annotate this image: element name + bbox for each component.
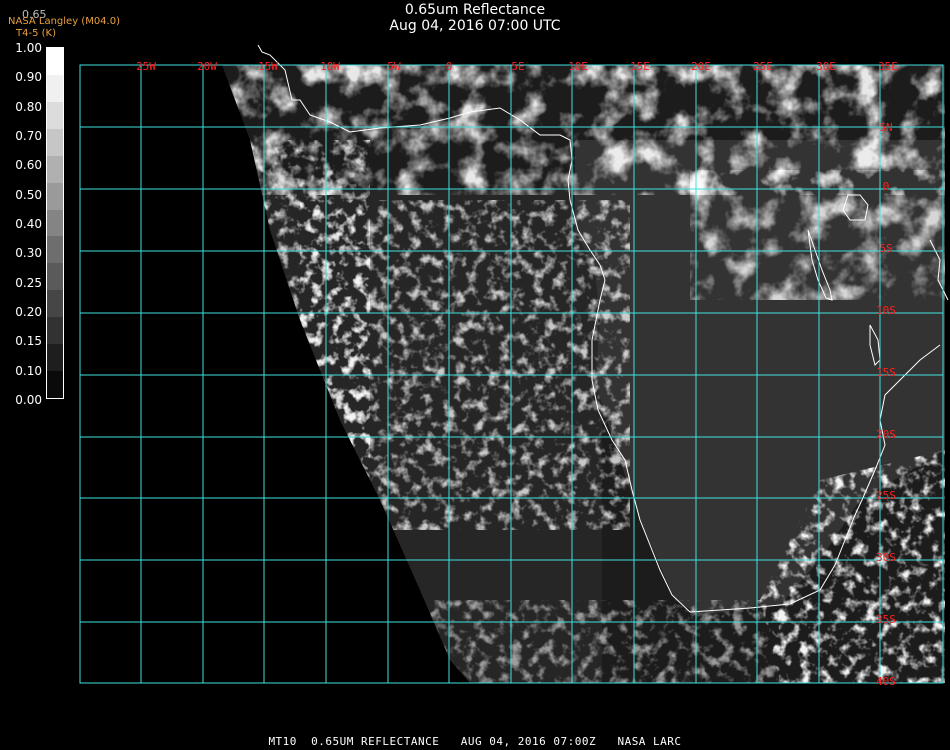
color-scale-tick-label: 0.80 bbox=[15, 99, 42, 114]
satellite-imagery bbox=[222, 65, 945, 683]
longitude-label: 10W bbox=[320, 60, 340, 73]
longitude-label: 25E bbox=[753, 60, 773, 73]
color-scale-tick-label: 0.50 bbox=[15, 187, 42, 202]
latitude-label: 40S bbox=[876, 675, 896, 688]
longitude-label: 15E bbox=[630, 60, 650, 73]
color-scale-tick-label: 0.40 bbox=[15, 217, 42, 231]
longitude-label: 20E bbox=[691, 60, 711, 73]
credit-org: NASA Langley (M04.0) bbox=[8, 16, 120, 27]
footer-caption: MT10 0.65UM REFLECTANCE AUG 04, 2016 07:… bbox=[268, 735, 682, 748]
latitude-label: 35S bbox=[876, 613, 896, 626]
longitude-label: 20W bbox=[197, 60, 217, 73]
latitude-label: 15S bbox=[876, 366, 896, 379]
color-scale-step bbox=[47, 182, 63, 211]
color-scale-tick-label: 0.60 bbox=[15, 158, 42, 173]
latitude-label: 20S bbox=[876, 428, 896, 441]
latitude-label: 25S bbox=[876, 489, 896, 502]
latitude-label: 30S bbox=[876, 551, 896, 564]
longitude-label: 5E bbox=[511, 60, 524, 73]
map-title: 0.65um Reflectance Aug 04, 2016 07:00 UT… bbox=[0, 2, 950, 34]
latitude-label: 5N bbox=[879, 121, 892, 134]
longitude-label: 35E bbox=[878, 60, 898, 73]
satellite-map: 25W 20W 15W 10W 5W 0 5E 10E 15E 20E 25E 30E 35E 5N 0 5… bbox=[79, 44, 949, 688]
color-scale-step bbox=[47, 371, 63, 399]
longitude-label: 5W bbox=[387, 60, 401, 73]
color-scale-tick-label: 0.70 bbox=[15, 129, 42, 143]
longitude-label: 0 bbox=[446, 60, 453, 73]
title-product: 0.65um Reflectance bbox=[404, 2, 546, 18]
color-scale-tick-label: 0.20 bbox=[15, 305, 42, 319]
color-scale-tick-label: 0.10 bbox=[15, 363, 42, 378]
color-scale-tick-label: 1.00 bbox=[15, 41, 42, 55]
color-scale-bar bbox=[46, 47, 64, 399]
latitude-label: 5S bbox=[879, 242, 892, 255]
color-scale-tick-label: 0.25 bbox=[15, 275, 42, 290]
latitude-label: 0 bbox=[883, 180, 890, 193]
credit-block: NASA Langley (M04.0) T4-5 (K) bbox=[8, 16, 120, 40]
color-scale-step bbox=[47, 74, 63, 103]
title-datetime: Aug 04, 2016 07:00 UTC bbox=[389, 18, 561, 34]
credit-temp: T4-5 (K) bbox=[16, 28, 56, 39]
color-scale-tick-label: 0.90 bbox=[15, 70, 42, 85]
color-scale-tick-label: 0.15 bbox=[15, 334, 42, 349]
longitude-label: 15W bbox=[258, 60, 278, 73]
color-scale-step bbox=[47, 128, 63, 157]
color-scale-step bbox=[47, 209, 63, 237]
color-scale-step bbox=[47, 263, 63, 291]
color-scale-step bbox=[47, 290, 63, 318]
color-scale-step bbox=[47, 236, 63, 264]
longitude-label: 25W bbox=[136, 60, 156, 73]
color-scale-step bbox=[47, 48, 63, 76]
color-scale-step bbox=[47, 101, 63, 130]
longitude-label: 10E bbox=[568, 60, 588, 73]
color-scale-step bbox=[47, 317, 63, 345]
longitude-label: 30E bbox=[816, 60, 836, 73]
color-scale-tick-label: 0.30 bbox=[15, 246, 42, 261]
color-scale-step bbox=[47, 155, 63, 184]
latitude-label: 10S bbox=[876, 304, 896, 317]
color-scale-tick-label: 0.00 bbox=[15, 393, 42, 407]
color-scale-step bbox=[47, 344, 63, 372]
